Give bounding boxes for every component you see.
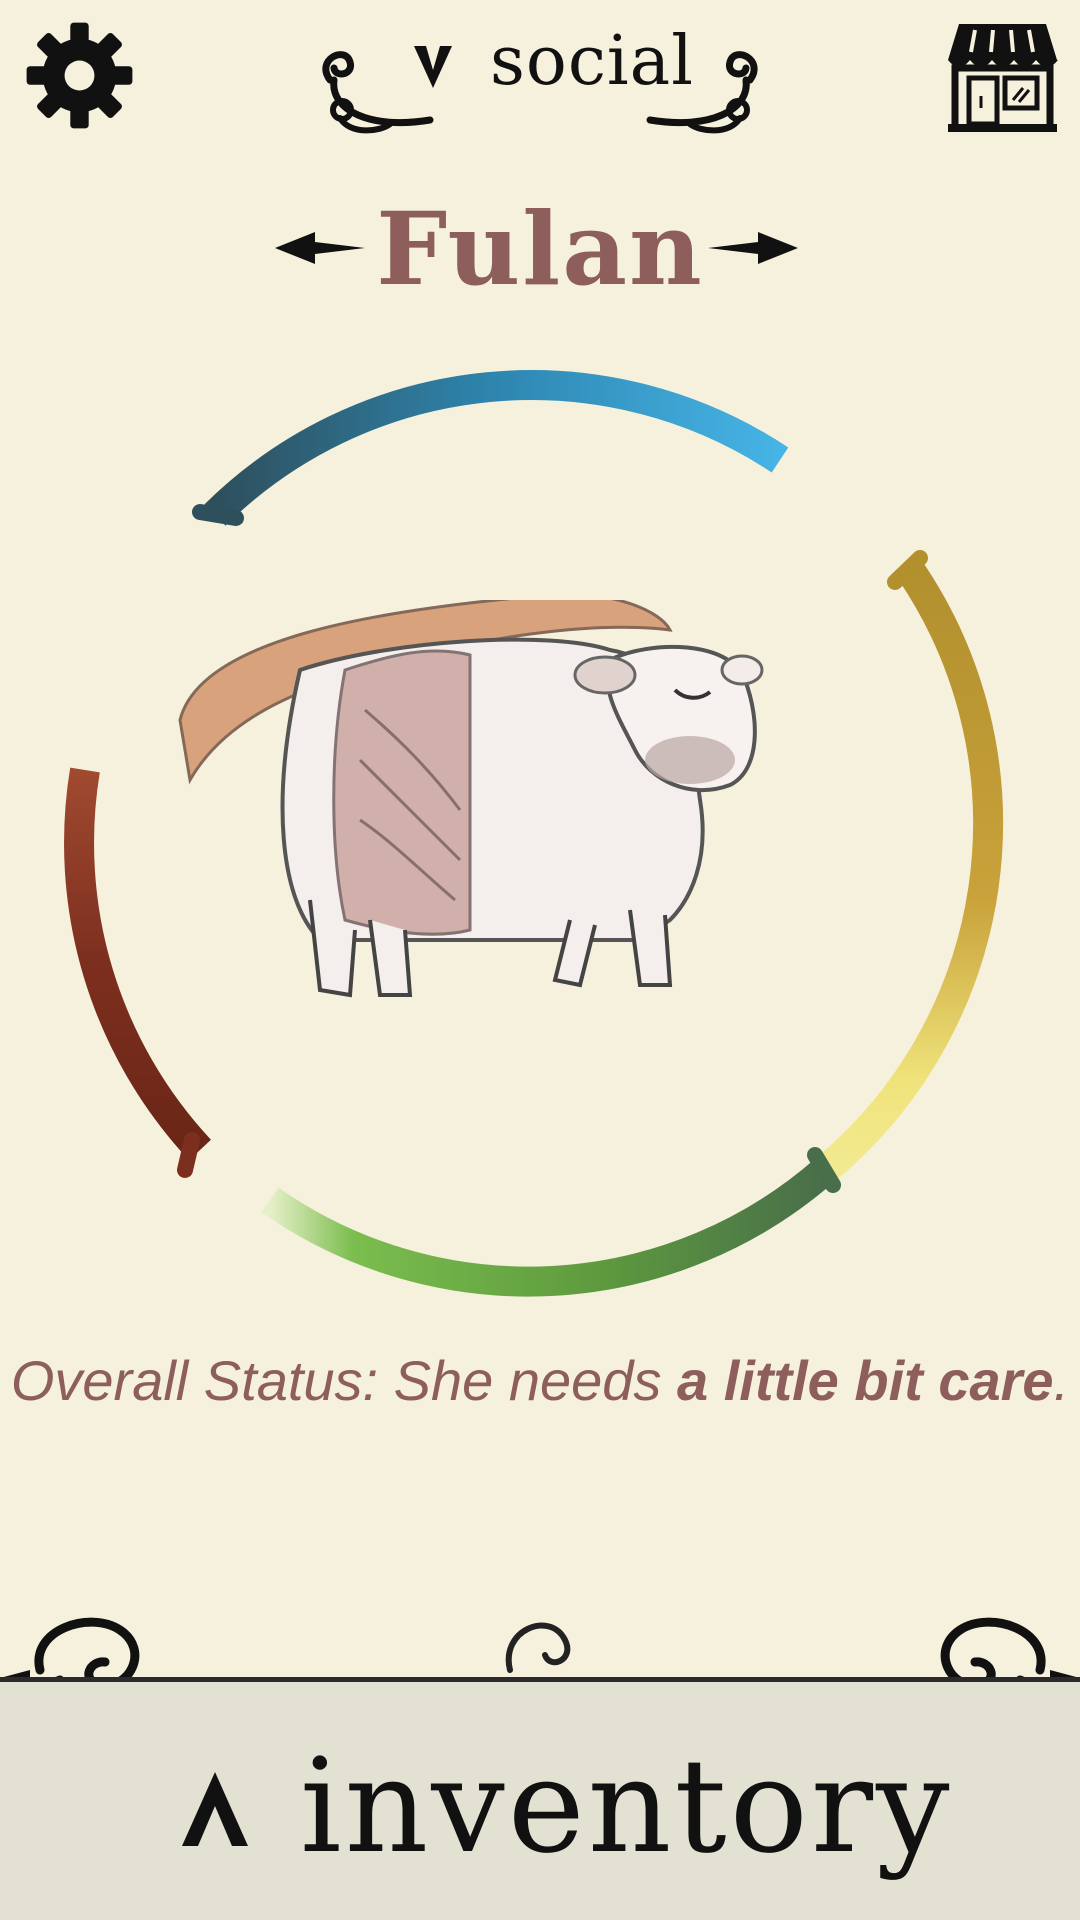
chevron-down-icon	[414, 46, 452, 88]
gear-icon	[26, 22, 133, 129]
inventory-label: inventory	[300, 1730, 953, 1882]
panel-divider	[0, 1677, 1080, 1682]
status-emphasis: a little bit care	[677, 1349, 1054, 1412]
social-section-toggle[interactable]: social	[310, 20, 780, 140]
green-stat-arc	[261, 1158, 835, 1297]
pet-name: Fulan	[376, 190, 704, 308]
inventory-toggle[interactable]: inventory	[0, 1690, 1080, 1920]
shop-storefront-icon	[948, 24, 1058, 132]
overall-status-text: Overall Status: She needs a little bit c…	[0, 1348, 1080, 1413]
next-pet-button[interactable]	[708, 230, 798, 266]
pet-illustration	[178, 600, 764, 998]
shop-button[interactable]	[945, 18, 1060, 136]
chevron-up-icon	[182, 1772, 248, 1846]
blue-stat-arc	[204, 370, 789, 526]
settings-button[interactable]	[22, 18, 137, 133]
status-suffix: .	[1053, 1349, 1070, 1412]
diamond-arrow-right-icon	[708, 232, 798, 264]
right-scroll-ornament	[646, 51, 758, 134]
status-prefix: Overall Status: She needs	[10, 1349, 677, 1412]
